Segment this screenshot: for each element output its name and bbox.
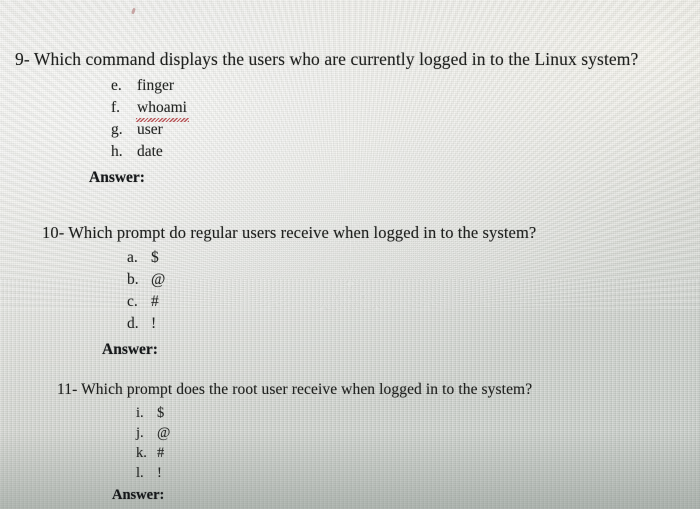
option-list-11: i. $ j. @ k. # l.! — [136, 403, 700, 483]
option-item[interactable]: a. $ — [127, 247, 700, 269]
option-item[interactable]: d.! — [127, 313, 700, 335]
option-label: $ — [157, 405, 165, 422]
option-label: user — [137, 120, 163, 138]
option-marker: a. — [127, 249, 138, 267]
option-item[interactable]: c. # — [127, 291, 700, 313]
question-block-11: 11- Which prompt does the root user rece… — [0, 381, 700, 505]
option-item[interactable]: i. $ — [136, 403, 700, 423]
page-content: 9- Which command displays the users who … — [0, 0, 700, 509]
answer-label-10: Answer: — [102, 341, 158, 359]
question-text-9: 9- Which command displays the users who … — [15, 49, 639, 69]
option-marker: k. — [136, 445, 147, 462]
option-label: # — [151, 293, 159, 311]
option-item[interactable]: f. whoami — [111, 97, 700, 122]
option-marker: l. — [136, 465, 144, 482]
option-label: $ — [151, 249, 159, 267]
option-item[interactable]: h. date — [111, 141, 700, 163]
question-text-11: 11- Which prompt does the root user rece… — [57, 381, 533, 398]
option-label: date — [137, 142, 163, 160]
option-item[interactable]: l.! — [136, 463, 700, 483]
option-marker: f. — [111, 98, 121, 116]
option-marker: e. — [111, 76, 122, 94]
question-block-10: 10- Which prompt do regular users receiv… — [0, 223, 700, 361]
option-label: @ — [151, 271, 166, 289]
scanned-page: 9- Which command displays the users who … — [0, 0, 700, 509]
option-label: finger — [137, 76, 175, 94]
question-block-9: 9- Which command displays the users who … — [0, 49, 700, 188]
option-item[interactable]: k. # — [136, 443, 700, 463]
option-marker: g. — [111, 120, 123, 138]
option-item[interactable]: j. @ — [136, 423, 700, 443]
option-label: @ — [157, 425, 171, 442]
option-marker: i. — [136, 405, 144, 422]
question-text-10: 10- Which prompt do regular users receiv… — [42, 223, 537, 242]
option-list-9: e. finger f. whoami g. user h. date — [111, 75, 700, 163]
option-marker: d. — [127, 315, 139, 333]
option-marker: j. — [136, 425, 144, 442]
option-label-misspelled: whoami — [136, 97, 189, 122]
option-label: ! — [151, 315, 157, 333]
option-item[interactable]: g. user — [111, 119, 700, 141]
answer-label-9: Answer: — [89, 168, 145, 186]
option-label: # — [157, 445, 165, 462]
option-marker: h. — [111, 142, 123, 160]
option-label: ! — [157, 465, 162, 482]
answer-label-11: Answer: — [112, 487, 165, 504]
option-item[interactable]: e. finger — [111, 75, 700, 97]
option-item[interactable]: b. @ — [127, 269, 700, 291]
option-marker: b. — [127, 271, 139, 289]
option-list-10: a. $ b. @ c. # d.! — [127, 247, 700, 335]
option-marker: c. — [127, 293, 138, 311]
